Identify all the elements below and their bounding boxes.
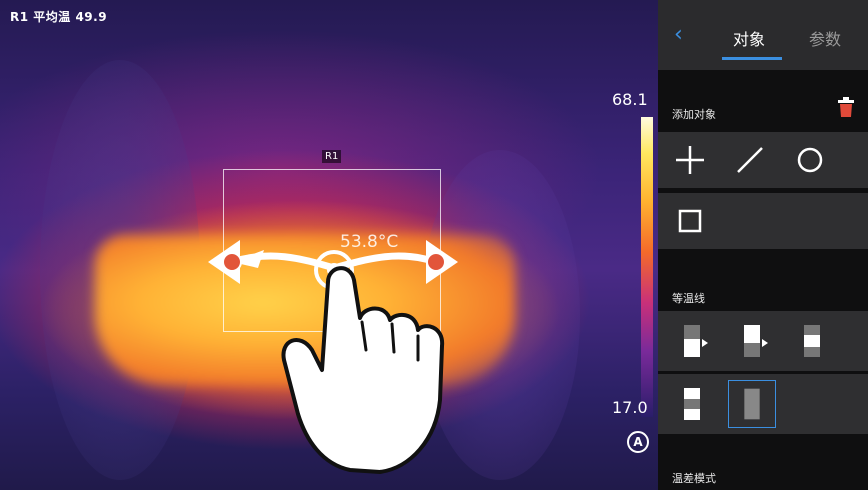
tab-parameters[interactable]: 参数 <box>798 26 852 50</box>
drag-gesture-overlay <box>208 240 458 474</box>
isotherm-interval-icon[interactable] <box>788 317 836 365</box>
tool-row-1 <box>658 132 868 188</box>
tool-row-2 <box>658 193 868 249</box>
thermal-image-view[interactable]: R1 平均温 49.9 R1 53.8°C 68.1 17.0 A <box>0 0 658 490</box>
isotherm-below-icon[interactable] <box>728 317 776 365</box>
active-tab-indicator <box>722 57 782 60</box>
line-icon[interactable] <box>728 138 772 182</box>
crosshair-point-icon[interactable] <box>668 138 712 182</box>
tab-object[interactable]: 对象 <box>722 26 776 50</box>
scale-max-value: 68.1 <box>612 90 648 109</box>
back-chevron-icon[interactable]: ‹ <box>674 22 694 48</box>
temperature-difference-title: 温差模式 <box>672 472 716 485</box>
color-scale-bar <box>641 117 653 417</box>
isotherm-row-2 <box>658 374 868 434</box>
isotherm-above-icon[interactable] <box>668 317 716 365</box>
hand-pointer-icon <box>281 266 445 474</box>
add-object-title: 添加对象 <box>672 108 716 121</box>
trash-icon[interactable] <box>836 96 856 118</box>
isotherm-row-1 <box>658 311 868 371</box>
isotherm-off-icon[interactable] <box>728 380 776 428</box>
isotherm-title: 等温线 <box>672 292 705 305</box>
object-settings-panel: ‹ 对象 参数 添加对象 等温线 温差模式 <box>658 0 868 490</box>
circle-icon[interactable] <box>788 138 832 182</box>
isotherm-outside-icon[interactable] <box>668 380 716 428</box>
scale-min-value: 17.0 <box>612 398 648 417</box>
auto-range-button[interactable]: A <box>627 431 649 453</box>
rectangle-icon[interactable] <box>668 199 712 243</box>
panel-header: ‹ 对象 参数 <box>658 0 868 70</box>
